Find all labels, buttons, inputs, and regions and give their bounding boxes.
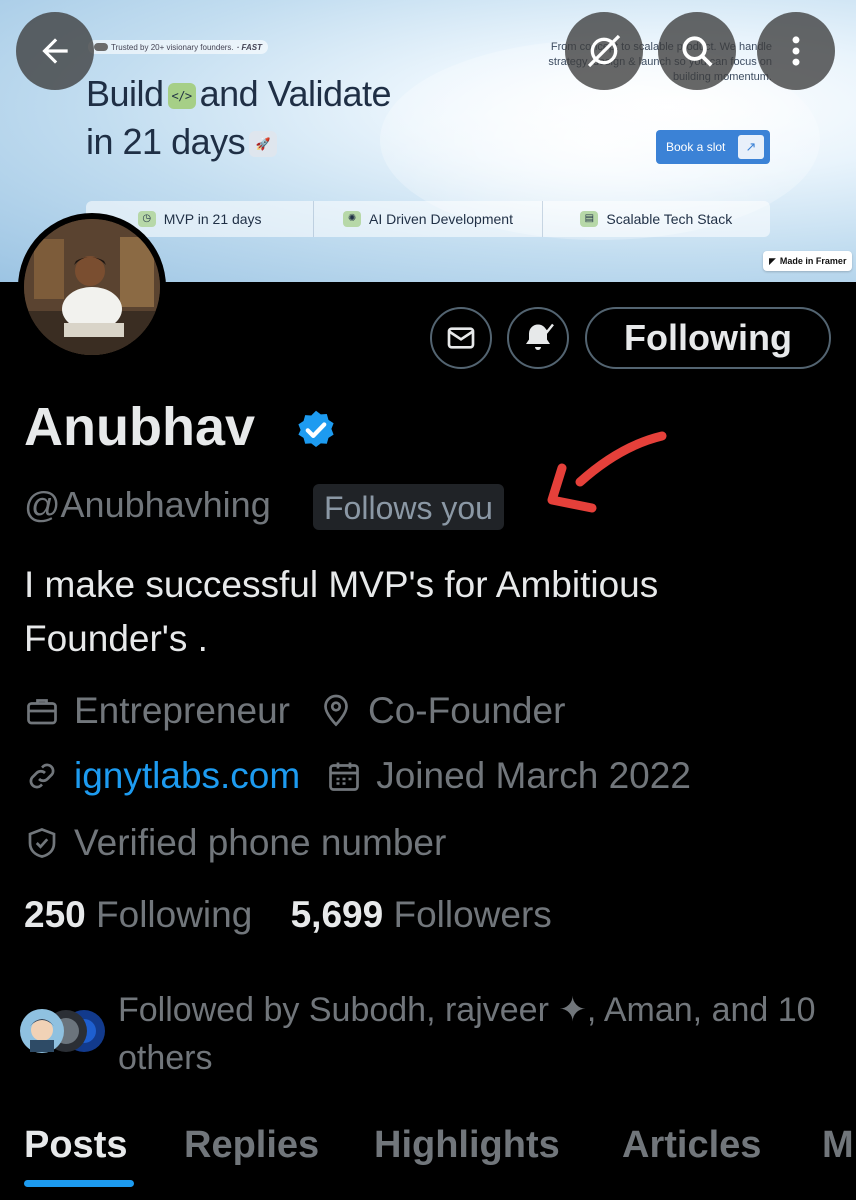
- briefcase-icon: [27, 699, 57, 725]
- followers-count-link[interactable]: 5,699 Followers: [291, 894, 552, 935]
- following-count-link[interactable]: 250 Following: [24, 894, 252, 935]
- tab-replies[interactable]: Replies: [184, 1124, 319, 1167]
- followed-by-text[interactable]: Followed by Subodh, rajveer ✦, Aman, and…: [118, 986, 838, 1082]
- profile-location: Co-Founder: [367, 690, 566, 731]
- tab-highlights[interactable]: Highlights: [374, 1124, 560, 1167]
- link-icon: [29, 763, 55, 789]
- founder-avatars: [94, 43, 108, 51]
- rocket-icon: 🚀: [249, 131, 278, 158]
- hide-button[interactable]: [565, 12, 643, 90]
- profile-meta-row: ignytlabs.com Joined March 2022: [24, 755, 691, 797]
- verified-phone-label: Verified phone number: [74, 822, 447, 863]
- avatar-illustration: [24, 219, 160, 355]
- stack-icon: ▤: [580, 211, 599, 227]
- profile-meta-row: Verified phone number: [24, 822, 446, 864]
- shield-icon: [28, 828, 56, 858]
- book-slot-button: Book a slot ↗: [656, 130, 770, 164]
- feature-label: Scalable Tech Stack: [606, 211, 733, 227]
- more-icon: [792, 36, 800, 66]
- message-button[interactable]: [430, 307, 492, 369]
- profile-tabs: Posts Replies Highlights Articles M: [0, 1118, 856, 1200]
- profile-handle: @Anubhavhing: [24, 484, 271, 525]
- banner-trusted-pill: Trusted by 20+ visionary founders. · FAS…: [88, 40, 268, 54]
- search-icon: [682, 36, 713, 67]
- made-in-framer-badge: ◤ Made in Framer: [763, 251, 853, 271]
- profile-avatar[interactable]: [18, 213, 166, 361]
- feature-item: ✺ AI Driven Development: [314, 201, 543, 237]
- book-slot-label: Book a slot: [666, 140, 726, 154]
- arrow-up-right-icon: ↗: [738, 135, 764, 159]
- banner-trusted-text: Trusted by 20+ visionary founders.: [111, 42, 234, 52]
- profile-name: Anubhav: [24, 397, 256, 457]
- code-icon: </>: [167, 83, 196, 110]
- profile-meta-row: Entrepreneur Co-Founder: [24, 690, 565, 732]
- banner-fast-label: · FAST: [236, 42, 262, 52]
- ai-icon: ✺: [343, 211, 362, 227]
- back-arrow-icon: [42, 38, 68, 64]
- following-button[interactable]: Following: [585, 307, 831, 369]
- mail-icon: [447, 327, 475, 349]
- framer-icon: ◤: [769, 255, 776, 266]
- tab-media[interactable]: M: [822, 1124, 854, 1167]
- profile-joined-date: Joined March 2022: [376, 755, 691, 796]
- mutual-followers-avatars[interactable]: [18, 1006, 108, 1056]
- bell-icon: [526, 323, 554, 350]
- profile-occupation: Entrepreneur: [74, 690, 290, 731]
- search-button[interactable]: [658, 12, 736, 90]
- tab-posts[interactable]: Posts: [24, 1124, 127, 1167]
- timer-icon: ◷: [137, 211, 156, 227]
- feature-label: AI Driven Development: [369, 211, 513, 227]
- active-tab-indicator: [24, 1180, 134, 1187]
- headline-build: Build: [86, 73, 164, 114]
- notifications-button[interactable]: [507, 307, 569, 369]
- location-icon: [324, 694, 348, 727]
- banner-feature-bar: ◷ MVP in 21 days ✺ AI Driven Development ▤…: [86, 201, 770, 237]
- back-button[interactable]: [16, 12, 94, 90]
- banner-headline: Build </> and Validate in 21 days 🚀: [86, 70, 392, 166]
- profile-website-link[interactable]: ignytlabs.com: [74, 755, 300, 797]
- calendar-icon: [329, 762, 360, 791]
- more-button[interactable]: [757, 12, 835, 90]
- tab-articles[interactable]: Articles: [622, 1124, 761, 1167]
- followers-label: Followers: [393, 894, 552, 935]
- annotation-arrow: [547, 431, 667, 513]
- following-count: 250: [24, 894, 86, 935]
- follows-you-badge: Follows you: [313, 484, 504, 530]
- avatar-photo: [24, 219, 160, 355]
- hide-icon: [587, 34, 621, 68]
- feature-label: MVP in 21 days: [163, 211, 262, 227]
- following-button-label: Following: [624, 317, 792, 358]
- follow-counts: 250 Following 5,699 Followers: [24, 894, 552, 936]
- verified-badge-icon[interactable]: [294, 408, 338, 452]
- followers-count: 5,699: [290, 894, 384, 935]
- made-in-label: Made in Framer: [779, 256, 847, 266]
- following-label: Following: [96, 894, 253, 935]
- headline-days: in 21 days: [86, 121, 246, 162]
- profile-bio: I make successful MVP's for Ambitious Fo…: [24, 564, 659, 659]
- feature-item: ▤ Scalable Tech Stack: [543, 201, 770, 237]
- headline-validate: and Validate: [199, 73, 392, 114]
